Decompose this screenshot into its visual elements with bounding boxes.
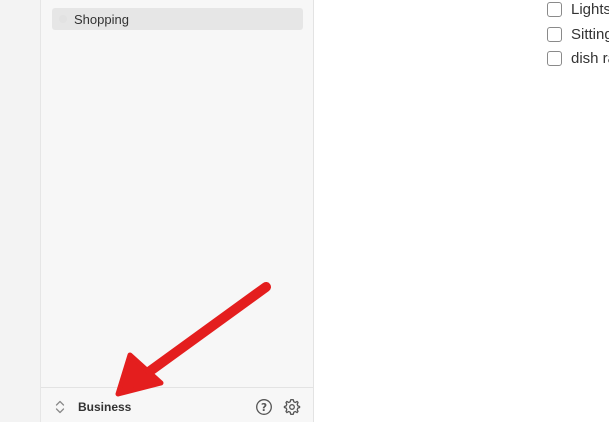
task-checkbox[interactable]: [547, 1, 562, 17]
help-button[interactable]: ?: [255, 398, 273, 416]
task-checkbox[interactable]: [547, 50, 562, 66]
task-checkbox[interactable]: [547, 26, 562, 42]
settings-button[interactable]: [283, 398, 301, 416]
sidebar: Shopping Business ?: [41, 0, 314, 422]
task-row[interactable]: dish ra: [547, 48, 609, 68]
task-title[interactable]: dish ra: [571, 50, 609, 67]
svg-text:?: ?: [261, 402, 267, 414]
left-rail: [0, 0, 41, 422]
sidebar-item-label: Shopping: [74, 11, 129, 27]
partially-hidden-list-item[interactable]: [53, 0, 303, 2]
task-title[interactable]: Sitting: [571, 26, 609, 43]
list-icon: [59, 15, 67, 23]
task-row[interactable]: Sitting: [547, 24, 609, 44]
sidebar-item-shopping[interactable]: Shopping: [52, 8, 303, 30]
chevron-up-down-icon: [55, 400, 65, 414]
account-switcher-button[interactable]: Business: [53, 396, 131, 418]
task-row[interactable]: Lights: [547, 0, 609, 19]
account-name: Business: [78, 400, 132, 414]
task-title[interactable]: Lights: [571, 1, 609, 18]
sidebar-footer: Business ?: [41, 387, 313, 422]
